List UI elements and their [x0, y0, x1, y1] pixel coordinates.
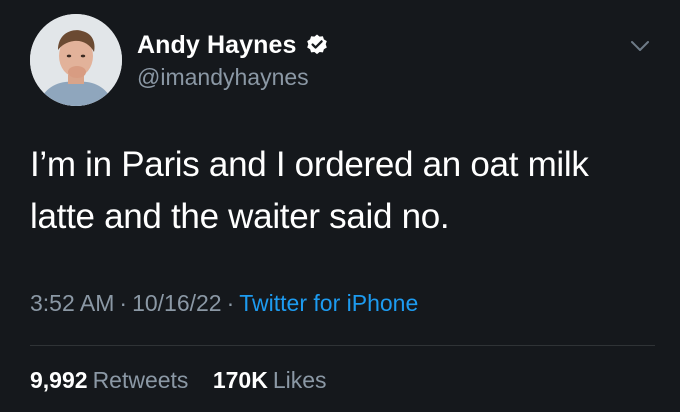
tweet-card: Andy Haynes @imandyhaynes I’m in Paris a… — [0, 0, 680, 412]
author-name-row[interactable]: Andy Haynes — [137, 30, 329, 60]
author-handle[interactable]: @imandyhaynes — [137, 64, 309, 91]
tweet-source-link[interactable]: Twitter for iPhone — [239, 290, 418, 316]
tweet-time[interactable]: 3:52 AM — [30, 290, 114, 316]
retweets-count: 9,992 — [30, 367, 88, 393]
tweet-text: I’m in Paris and I ordered an oat milk l… — [30, 145, 589, 236]
verified-badge-icon — [305, 33, 329, 57]
likes-count: 170K — [212, 367, 268, 393]
display-name[interactable]: Andy Haynes — [137, 31, 297, 60]
tweet-date[interactable]: 10/16/22 — [132, 290, 222, 316]
likes-stat[interactable]: 170K Likes — [213, 367, 327, 393]
tweet-stats: 9,992 Retweets 170K Likes — [30, 367, 327, 394]
retweets-stat[interactable]: 9,992 Retweets — [30, 367, 188, 393]
avatar-image — [30, 14, 122, 106]
avatar[interactable] — [30, 14, 122, 106]
likes-label: Likes — [272, 367, 327, 393]
meta-separator: · — [226, 290, 235, 316]
chevron-down-icon[interactable] — [628, 34, 652, 58]
retweets-label: Retweets — [92, 367, 189, 393]
tweet-meta: 3:52 AM · 10/16/22 · Twitter for iPhone — [30, 290, 418, 317]
divider — [30, 345, 655, 346]
meta-separator: · — [119, 290, 128, 316]
